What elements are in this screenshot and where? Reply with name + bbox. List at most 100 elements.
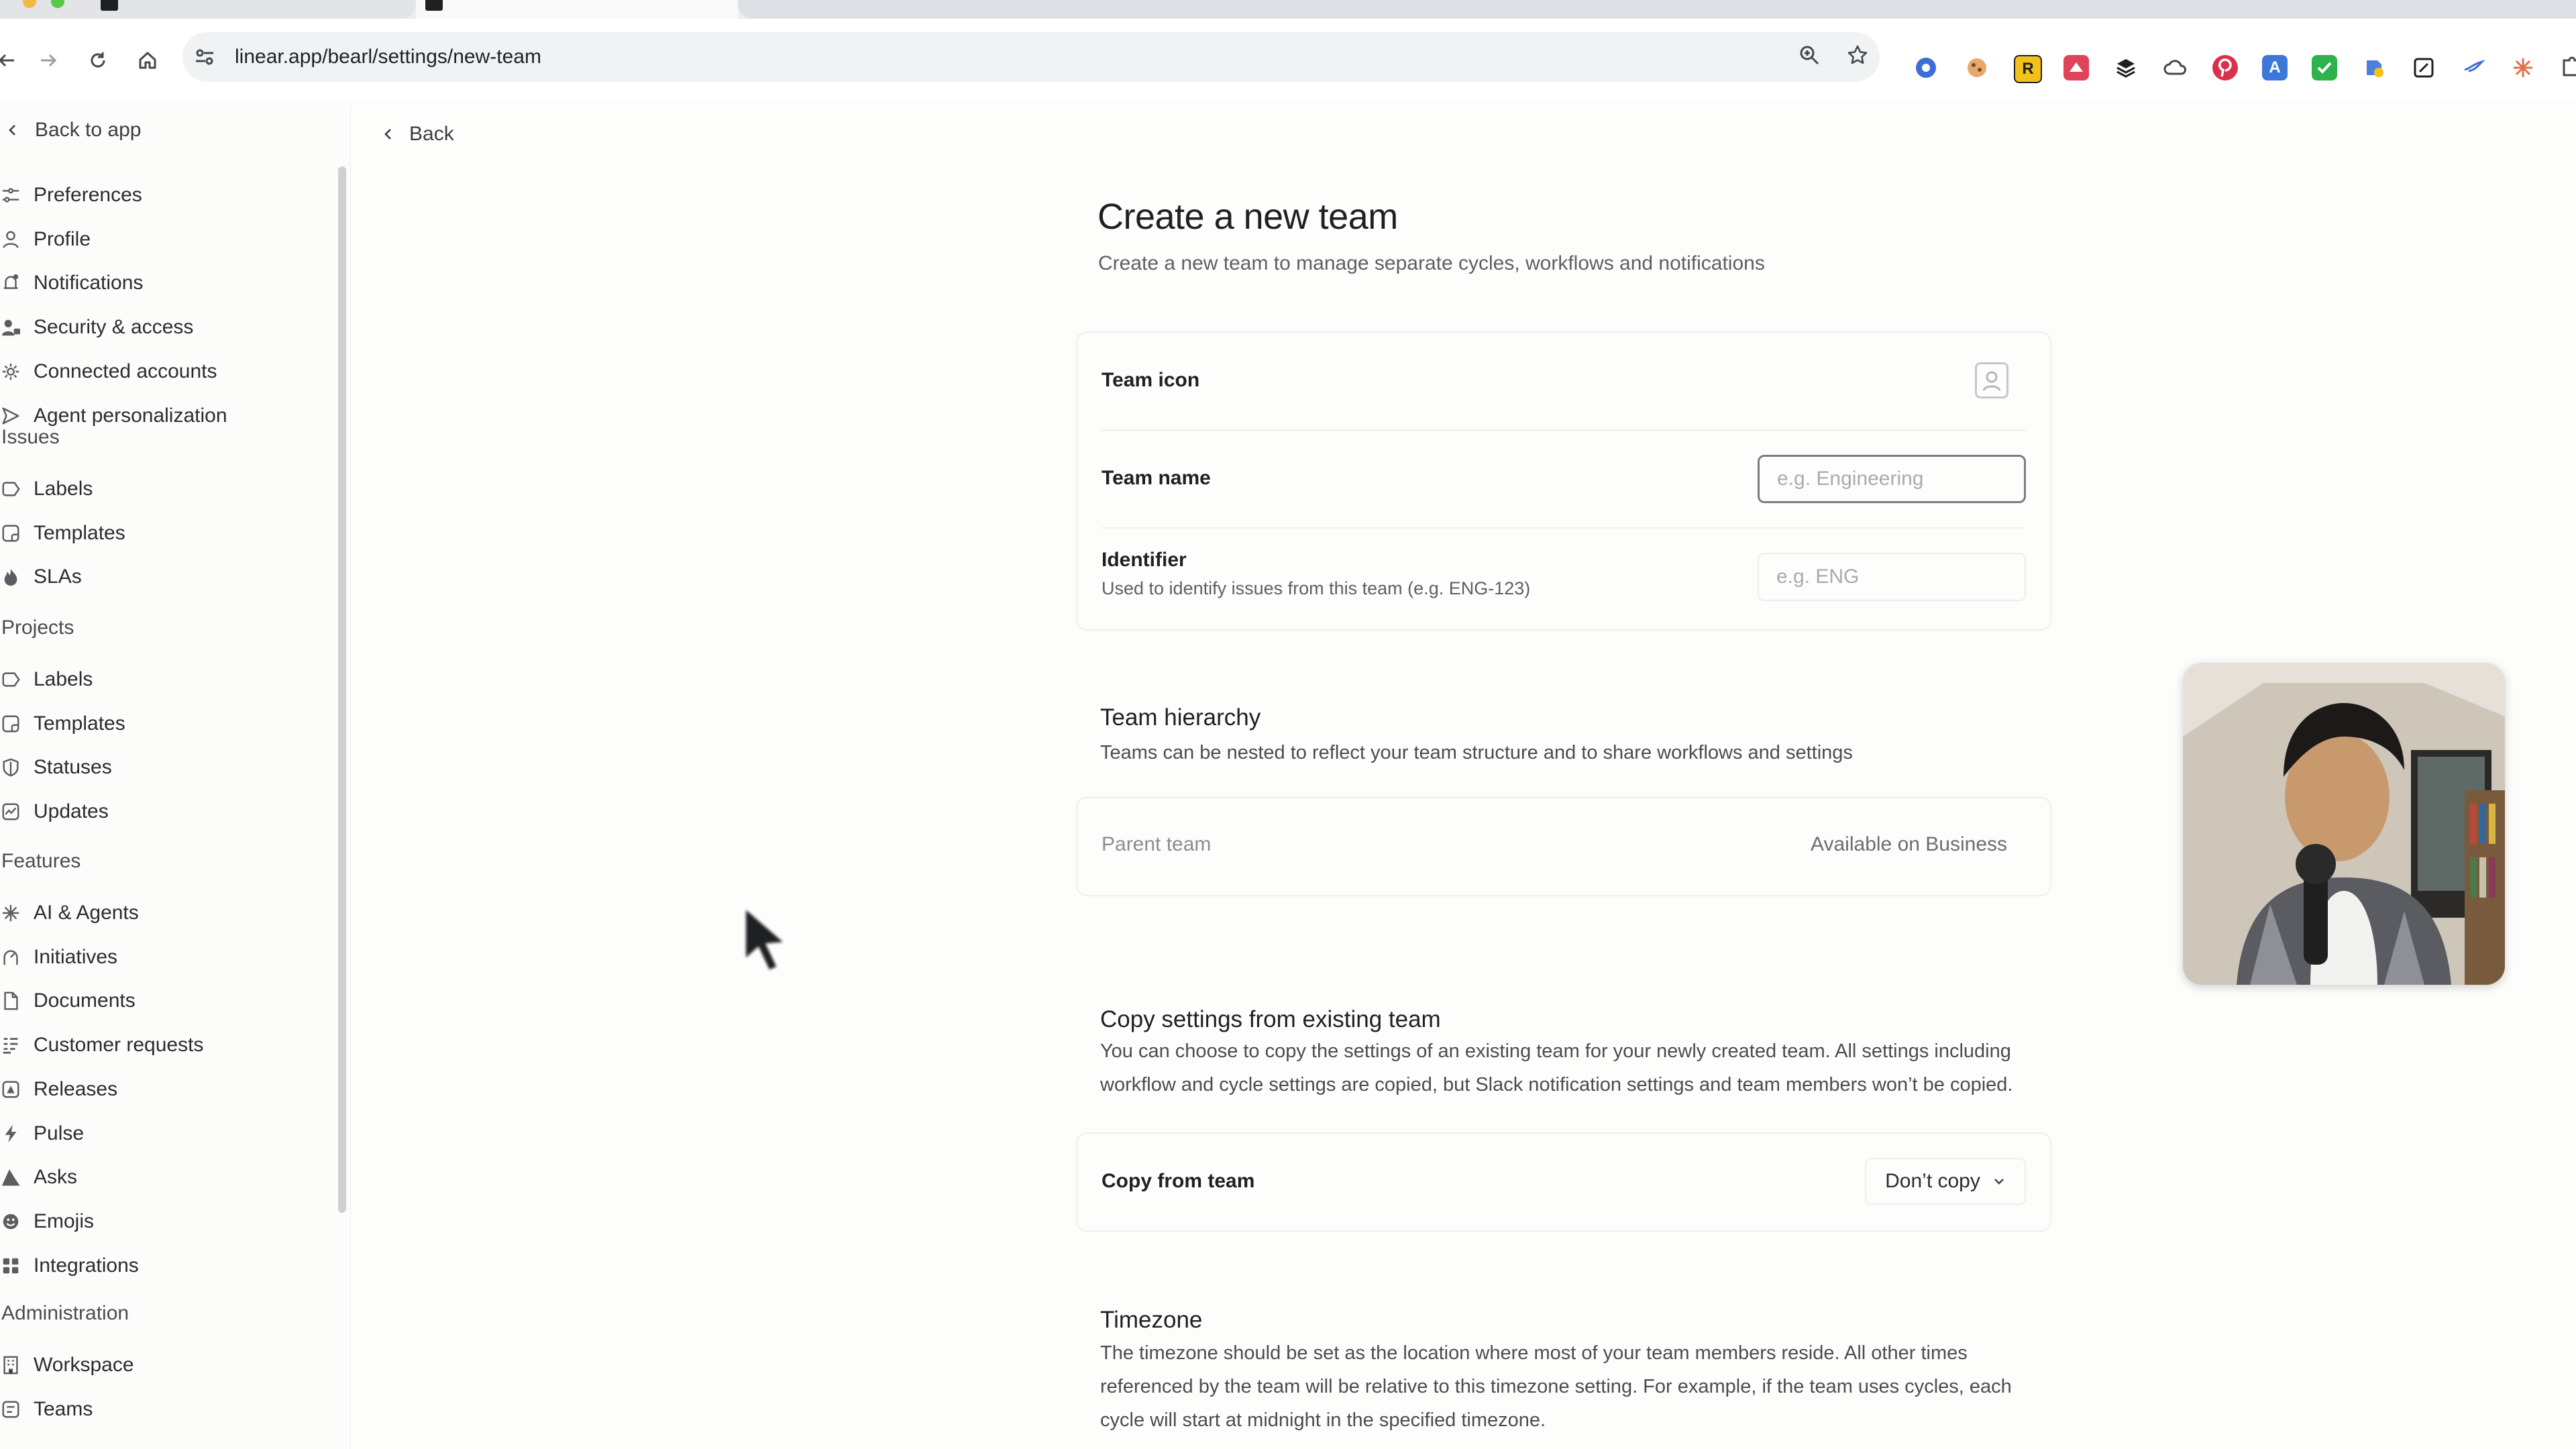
copy-settings-description: You can choose to copy the settings of a… [1100, 1040, 2013, 1095]
webcam-overlay [2183, 663, 2505, 985]
sidebar-item-connected-accounts[interactable]: Connected accounts [0, 355, 217, 388]
sidebar-item-label: Documents [34, 989, 136, 1012]
bell-icon [0, 272, 21, 294]
window-minimize-button[interactable] [23, 0, 36, 8]
identifier-label: Identifier [1102, 549, 1187, 571]
template-icon [0, 713, 21, 735]
avatar-placeholder-icon [1982, 371, 2001, 391]
site-settings-icon[interactable] [193, 46, 216, 68]
sidebar-item-emojis[interactable]: Emojis [0, 1205, 94, 1238]
home-button[interactable] [134, 47, 161, 74]
parent-team-upgrade-note[interactable]: Available on Business [1811, 833, 2007, 856]
sidebar-item-label: AI & Agents [34, 902, 139, 924]
sidebar-item-updates[interactable]: Updates [0, 795, 109, 828]
tag-icon [0, 478, 21, 500]
team-name-input[interactable] [1758, 455, 2026, 503]
pinterest-icon[interactable] [2212, 55, 2238, 80]
document-icon [0, 990, 21, 1012]
cap-icon[interactable] [2063, 55, 2089, 80]
tab-favicon-icon [101, 0, 118, 11]
back-link[interactable]: Back [381, 119, 454, 149]
chevron-left-icon [9, 125, 15, 136]
a-extension-icon[interactable]: A [2262, 55, 2288, 80]
sidebar-item-notifications[interactable]: Notifications [0, 266, 143, 300]
sidebar-item-integrations[interactable]: Integrations [0, 1249, 139, 1283]
back-nav-button[interactable] [0, 47, 20, 74]
edit-extension-icon[interactable] [2411, 55, 2436, 80]
sidebar-section-admin: Administration [1, 1302, 129, 1324]
sidebar-item-templates[interactable]: Templates [0, 517, 125, 550]
sidebar-item-slas[interactable]: SLAs [0, 560, 82, 594]
address-bar[interactable]: linear.app/bearl/settings/new-team [182, 32, 1880, 82]
gear-icon [0, 361, 21, 382]
identifier-description: Used to identify issues from this team (… [1102, 578, 1531, 598]
cookie-icon[interactable] [1964, 55, 1990, 80]
bird-extension-icon[interactable] [2461, 55, 2486, 80]
bolt-icon [0, 1123, 21, 1144]
sidebar-item-label: Agent personalization [34, 404, 227, 427]
sidebar-item-teams[interactable]: Teams [0, 1393, 93, 1426]
building-icon [0, 1354, 21, 1376]
team-hierarchy-title: Team hierarchy [1100, 704, 1261, 731]
sidebar-item-security-access[interactable]: Security & access [0, 311, 193, 344]
layers-icon[interactable] [2113, 55, 2139, 80]
team-icon-picker[interactable] [1975, 362, 2008, 398]
browser-tab-group[interactable] [738, 0, 2576, 19]
sidebar-item-templates[interactable]: Templates [0, 707, 125, 741]
sidebar-item-label: Connected accounts [34, 360, 217, 382]
initiative-icon [0, 947, 21, 968]
r-extension-icon[interactable]: R [2014, 55, 2042, 83]
emoji-icon [0, 1211, 21, 1232]
sparkle-extension-icon[interactable] [2510, 55, 2536, 80]
sidebar-section-issues: Issues [1, 426, 60, 448]
copy-from-team-card: Copy from team Don’t copy [1076, 1132, 2051, 1232]
copy-from-team-select[interactable]: Don’t copy [1865, 1158, 2026, 1205]
sidebar-item-labels[interactable]: Labels [0, 663, 93, 696]
person-icon [0, 229, 21, 250]
sidebar-item-releases[interactable]: Releases [0, 1073, 117, 1106]
browser-tab-active[interactable] [0, 0, 416, 19]
home-icon [139, 52, 156, 69]
url-text[interactable]: linear.app/bearl/settings/new-team [235, 44, 541, 70]
zoom-icon[interactable] [1796, 44, 1822, 70]
sidebar-item-customer-requests[interactable]: Customer requests [0, 1028, 203, 1062]
sidebar-item-documents[interactable]: Documents [0, 984, 136, 1018]
sidebar-item-label: Templates [34, 712, 125, 735]
back-to-app-link[interactable]: Back to app [5, 115, 141, 145]
team-details-card: Team icon Team name Identifier Used to i… [1076, 331, 2051, 631]
sidebar-item-initiatives[interactable]: Initiatives [0, 941, 117, 974]
sidebar-item-label: Releases [34, 1077, 118, 1100]
sidebar-item-label: Labels [34, 478, 93, 500]
sidebar-item-preferences[interactable]: Preferences [0, 178, 142, 212]
check-extension-icon[interactable] [2312, 55, 2337, 80]
sidebar-section-projects: Projects [1, 616, 74, 639]
identifier-input[interactable] [1758, 553, 2026, 601]
cloud-icon[interactable] [2163, 55, 2188, 80]
puzzle-icon[interactable] [2559, 55, 2576, 80]
sidebar-item-workspace[interactable]: Workspace [0, 1348, 134, 1382]
sidebar-item-label: Templates [34, 521, 125, 544]
dropbox-icon[interactable] [2361, 55, 2387, 80]
browser-tab-strip [0, 0, 2576, 19]
window-zoom-button[interactable] [51, 0, 64, 8]
sidebar-item-statuses[interactable]: Statuses [0, 751, 112, 784]
sidebar-item-asks[interactable]: Asks [0, 1161, 77, 1194]
forward-nav-button[interactable] [35, 47, 62, 74]
parent-team-card: Parent team Available on Business [1076, 797, 2051, 896]
sparkle-icon [0, 902, 21, 924]
sidebar-item-pulse[interactable]: Pulse [0, 1117, 84, 1150]
sidebar-item-label: Notifications [34, 272, 144, 294]
browser-tab[interactable] [416, 0, 738, 19]
sidebar-item-label: Pulse [34, 1122, 85, 1144]
bookmark-star-icon[interactable] [1845, 44, 1870, 70]
sidebar-item-label: Emojis [34, 1210, 95, 1232]
sidebar-item-ai-agents[interactable]: AI & Agents [0, 896, 139, 930]
reload-button[interactable] [85, 47, 111, 74]
sidebar-item-labels[interactable]: Labels [0, 472, 93, 506]
sidebar-scrollbar[interactable] [338, 166, 346, 1213]
pulse-square-icon [0, 801, 21, 822]
release-icon [0, 1079, 21, 1100]
chrome-profile-icon[interactable] [1913, 55, 1939, 80]
sidebar-item-profile[interactable]: Profile [0, 223, 91, 256]
sidebar-item-label: Security & access [34, 316, 194, 339]
